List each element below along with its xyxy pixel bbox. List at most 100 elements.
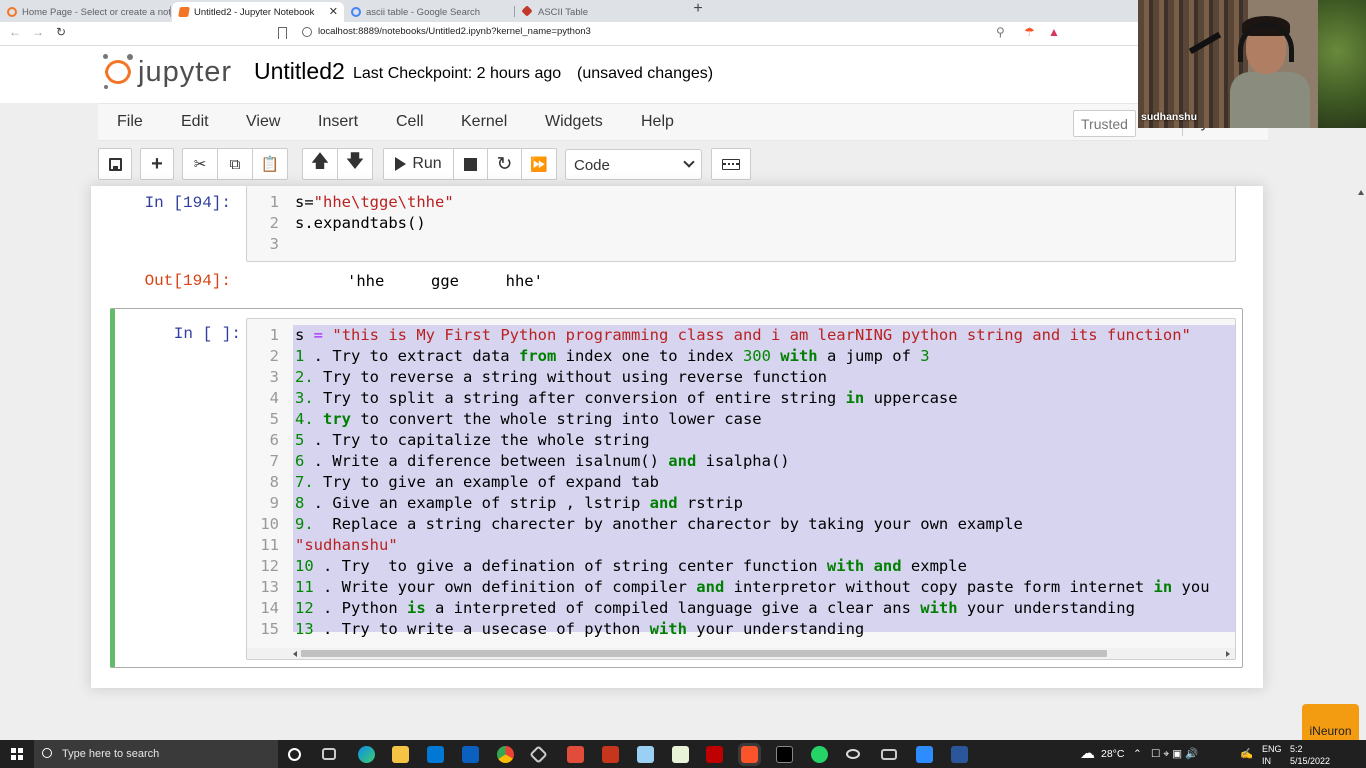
code-line: 8 . Give an example of strip , lstrip an… — [295, 494, 743, 512]
command-palette-button[interactable] — [711, 148, 751, 180]
interrupt-button[interactable] — [453, 148, 488, 180]
close-tab-icon[interactable]: ✕ — [329, 5, 338, 18]
menu-widgets[interactable]: Widgets — [545, 113, 603, 131]
windows-start-icon[interactable] — [11, 748, 23, 760]
forward-icon[interactable]: → — [30, 25, 46, 39]
menu-insert[interactable]: Insert — [318, 113, 358, 131]
tab-divider — [170, 6, 171, 17]
code-line: 5 . Try to capitalize the whole string — [295, 431, 650, 449]
scrollbar-thumb[interactable] — [301, 650, 1107, 657]
monitor-icon[interactable] — [881, 749, 897, 760]
brave-shield-icon[interactable]: ☂ — [1024, 25, 1035, 39]
whatsapp-icon[interactable] — [811, 746, 828, 763]
app-icon[interactable] — [846, 749, 860, 759]
scroll-right-icon[interactable] — [1226, 651, 1230, 657]
menubar: File Edit View Insert Cell Kernel Widget… — [98, 103, 1268, 141]
line-number: 1 — [269, 193, 279, 211]
jupyter-favicon-icon — [7, 7, 17, 17]
code-line: s = "this is My First Python programming… — [295, 326, 1191, 344]
taskbar-search[interactable]: Type here to search — [34, 740, 278, 768]
scroll-left-icon[interactable] — [293, 651, 297, 657]
code-line: 6 . Write a diference between isalnum() … — [295, 452, 790, 470]
brave-rewards-icon[interactable]: ▲ — [1048, 25, 1060, 39]
lang-code: ENG — [1262, 744, 1282, 754]
clock[interactable]: 5:2 5/15/2022 — [1290, 743, 1330, 768]
google-favicon-icon — [351, 7, 361, 17]
menu-help[interactable]: Help — [641, 113, 674, 131]
word-icon[interactable] — [951, 746, 968, 763]
mail-icon[interactable] — [427, 746, 444, 763]
jupyter-wordmark: jupyter — [138, 55, 233, 88]
move-down-button[interactable]: 🡇 — [337, 148, 373, 180]
url-field[interactable]: localhost:8889/notebooks/Untitled2.ipynb… — [302, 26, 591, 37]
file-explorer-icon[interactable] — [392, 746, 409, 763]
move-up-button[interactable]: 🡅 — [302, 148, 338, 180]
app-icon[interactable] — [672, 746, 689, 763]
cortana-icon[interactable] — [288, 748, 301, 761]
save-button[interactable] — [98, 148, 132, 180]
code-editor[interactable]: 1 s = "this is My First Python programmi… — [246, 318, 1236, 660]
weather-icon[interactable]: ☁ — [1080, 740, 1095, 768]
brave-icon[interactable] — [738, 743, 761, 766]
jupyter-logo[interactable]: jupyter — [103, 54, 232, 90]
edge-icon[interactable] — [358, 746, 375, 763]
clock-date: 5/15/2022 — [1290, 756, 1331, 766]
line-number: 15 — [260, 620, 279, 638]
store-icon[interactable] — [462, 746, 479, 763]
menu-file[interactable]: File — [117, 113, 143, 131]
language-indicator[interactable]: ENG IN — [1262, 743, 1282, 768]
selected-cell[interactable]: In [ ]: 1 s = "this is My First Python p… — [110, 308, 1243, 668]
stop-icon — [464, 157, 477, 171]
terminal-icon[interactable] — [776, 746, 793, 763]
horizontal-scrollbar[interactable] — [247, 648, 1235, 659]
app-icon[interactable] — [602, 746, 619, 763]
new-tab-button[interactable]: + — [690, 0, 706, 18]
run-button[interactable]: Run — [383, 148, 454, 180]
restart-icon: ↻ — [496, 153, 513, 175]
tab-google-search[interactable]: ascii table - Google Search — [344, 2, 514, 22]
insert-cell-button[interactable]: + — [140, 148, 174, 180]
bookmark-icon[interactable] — [278, 27, 287, 39]
copy-button[interactable]: ⧉ — [217, 148, 253, 180]
task-view-icon[interactable] — [322, 748, 336, 760]
menu-edit[interactable]: Edit — [181, 113, 209, 131]
chrome-icon[interactable] — [497, 746, 514, 763]
reload-icon[interactable]: ↻ — [53, 25, 69, 39]
notes-icon[interactable] — [637, 746, 654, 763]
notification-icon[interactable]: ✍ — [1240, 740, 1253, 768]
tab-label: ascii table - Google Search — [366, 6, 481, 18]
tab-label: ASCII Table — [538, 6, 588, 18]
cut-button[interactable]: ✂ — [182, 148, 218, 180]
site-info-icon[interactable] — [302, 26, 312, 37]
run-label: Run — [412, 155, 442, 172]
menu-cell[interactable]: Cell — [396, 113, 424, 131]
back-icon[interactable]: ← — [7, 25, 23, 39]
line-number: 10 — [260, 515, 279, 533]
trusted-indicator[interactable]: Trusted — [1073, 110, 1136, 137]
cube-app-icon[interactable] — [529, 745, 548, 764]
restart-button[interactable]: ↻ — [487, 148, 522, 180]
restart-run-all-button[interactable]: ⏩ — [521, 148, 557, 180]
zoom-icon[interactable]: ⚲ — [996, 25, 1005, 39]
paste-button[interactable]: 📋 — [252, 148, 288, 180]
tab-home-page[interactable]: Home Page - Select or create a notebook — [0, 2, 170, 22]
line-number: 4 — [269, 389, 279, 407]
code-line: "sudhanshu" — [295, 536, 398, 554]
ascii-favicon-icon — [521, 5, 533, 17]
app-icon[interactable] — [567, 746, 584, 763]
cell-type-select[interactable]: Code — [565, 149, 702, 180]
line-number: 7 — [269, 452, 279, 470]
code-line: 10 . Try to give a defination of string … — [295, 557, 967, 575]
menu-view[interactable]: View — [246, 113, 280, 131]
filezilla-icon[interactable] — [706, 746, 723, 763]
code-editor[interactable]: 1 s="hhe\tgge\thhe" 2 s.expandtabs() 3 — [246, 186, 1236, 262]
page-scrollbar[interactable] — [1356, 186, 1366, 742]
tray-expand-icon[interactable]: ⌃ — [1133, 740, 1142, 768]
scroll-up-icon[interactable] — [1358, 190, 1364, 195]
menu-kernel[interactable]: Kernel — [461, 113, 507, 131]
notebook-name[interactable]: Untitled2 — [254, 58, 345, 85]
tab-untitled2[interactable]: Untitled2 - Jupyter Notebook ✕ — [172, 2, 344, 22]
zoom-app-icon[interactable] — [916, 746, 933, 763]
tray-icons[interactable]: ☐ ⌖ ▣ 🔊 — [1151, 740, 1198, 768]
tab-ascii-table[interactable]: ASCII Table — [516, 2, 686, 22]
